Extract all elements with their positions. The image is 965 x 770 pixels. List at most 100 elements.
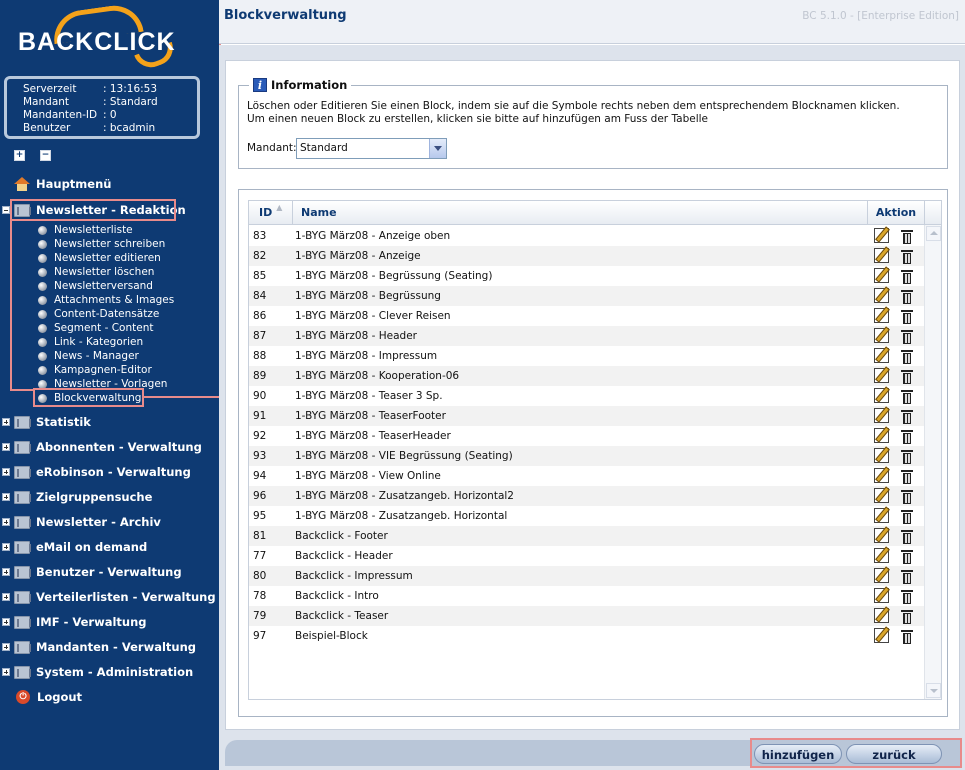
menu-hauptmenu[interactable]: Hauptmenü (0, 174, 111, 194)
submenu-item[interactable]: Newsletterversand (38, 279, 153, 293)
menu-section[interactable]: Zielgruppensuche (0, 487, 152, 507)
trash-icon[interactable] (901, 629, 913, 644)
expand-all-button[interactable]: + (14, 150, 25, 161)
trash-icon[interactable] (901, 369, 913, 384)
edit-icon[interactable] (874, 448, 889, 463)
submenu-label: Newsletter löschen (54, 266, 155, 278)
scroll-up-button[interactable] (926, 226, 941, 241)
submenu-item[interactable]: Newsletter editieren (38, 251, 161, 265)
edit-icon[interactable] (874, 588, 889, 603)
submenu-item[interactable]: Link - Kategorien (38, 335, 143, 349)
submenu-item[interactable]: Segment - Content (38, 321, 153, 335)
edit-icon[interactable] (874, 228, 889, 243)
trash-icon[interactable] (901, 269, 913, 284)
folder-icon (14, 465, 31, 479)
submenu-item[interactable]: Newsletter schreiben (38, 237, 165, 251)
expand-icon[interactable] (2, 618, 10, 626)
column-header-id[interactable]: ID ▲ (249, 201, 293, 225)
edit-icon[interactable] (874, 368, 889, 383)
edit-icon[interactable] (874, 568, 889, 583)
trash-icon[interactable] (901, 329, 913, 344)
menu-section[interactable]: IMF - Verwaltung (0, 612, 147, 632)
menu-logout[interactable]: ⏻ Logout (0, 687, 82, 707)
expand-icon[interactable] (2, 493, 10, 501)
expand-icon[interactable] (2, 543, 10, 551)
trash-icon[interactable] (901, 569, 913, 584)
trash-icon[interactable] (901, 429, 913, 444)
collapse-icon[interactable] (2, 206, 10, 214)
menu-section[interactable]: Mandanten - Verwaltung (0, 637, 196, 657)
trash-icon[interactable] (901, 489, 913, 504)
trash-icon[interactable] (901, 229, 913, 244)
menu-section[interactable]: Statistik (0, 412, 91, 432)
edit-icon[interactable] (874, 348, 889, 363)
expand-icon[interactable] (2, 443, 10, 451)
edit-icon[interactable] (874, 288, 889, 303)
menu-section[interactable]: Benutzer - Verwaltung (0, 562, 182, 582)
submenu-item[interactable]: Attachments & Images (38, 293, 174, 307)
submenu-label: Newsletter schreiben (54, 238, 166, 250)
trash-icon[interactable] (901, 469, 913, 484)
edit-icon[interactable] (874, 548, 889, 563)
edit-icon[interactable] (874, 308, 889, 323)
edit-icon[interactable] (874, 468, 889, 483)
trash-icon[interactable] (901, 509, 913, 524)
menu-section[interactable]: Abonnenten - Verwaltung (0, 437, 202, 457)
server-info-key: Mandanten-ID (23, 109, 98, 121)
submenu-item[interactable]: Content-Datensätze (38, 307, 159, 321)
expand-icon[interactable] (2, 468, 10, 476)
edit-icon[interactable] (874, 428, 889, 443)
menu-section[interactable]: eRobinson - Verwaltung (0, 462, 191, 482)
menu-label: Abonnenten - Verwaltung (36, 440, 202, 454)
edit-icon[interactable] (874, 628, 889, 643)
submenu-item[interactable]: Newsletter löschen (38, 265, 154, 279)
submenu-item[interactable]: News - Manager (38, 349, 139, 363)
expand-icon[interactable] (2, 643, 10, 651)
edit-icon[interactable] (874, 268, 889, 283)
expand-icon[interactable] (2, 668, 10, 676)
mandant-select[interactable]: Standard (296, 138, 447, 159)
submenu-item[interactable]: Kampagnen-Editor (38, 363, 152, 377)
expand-icon[interactable] (2, 518, 10, 526)
menu-section[interactable]: Newsletter - Archiv (0, 512, 161, 532)
column-header-name[interactable]: Name (293, 201, 868, 225)
edit-icon[interactable] (874, 328, 889, 343)
trash-icon[interactable] (901, 289, 913, 304)
scroll-down-button[interactable] (926, 683, 941, 698)
trash-icon[interactable] (901, 309, 913, 324)
trash-icon[interactable] (901, 449, 913, 464)
submenu-item[interactable]: Newsletterliste (38, 223, 133, 237)
edit-icon[interactable] (874, 408, 889, 423)
table-scrollbar[interactable] (924, 225, 941, 699)
edit-icon[interactable] (874, 488, 889, 503)
expand-icon[interactable] (2, 418, 10, 426)
highlight-connector (10, 389, 34, 391)
collapse-all-button[interactable]: − (40, 150, 51, 161)
expand-icon[interactable] (2, 568, 10, 576)
submenu-label: Newsletterliste (54, 224, 133, 236)
edit-icon[interactable] (874, 248, 889, 263)
edit-icon[interactable] (874, 528, 889, 543)
cell-id: 94 (253, 470, 267, 482)
table-row: 92 1-BYG März08 - TeaserHeader (249, 426, 925, 446)
trash-icon[interactable] (901, 549, 913, 564)
edit-icon[interactable] (874, 608, 889, 623)
menu-section[interactable]: System - Administration (0, 662, 193, 682)
mandant-label: Mandant: (247, 142, 297, 154)
expand-icon[interactable] (2, 593, 10, 601)
info-line-2: Um einen neuen Block zu erstellen, klick… (247, 113, 708, 125)
chevron-down-icon[interactable] (429, 139, 446, 158)
trash-icon[interactable] (901, 389, 913, 404)
menu-section[interactable]: eMail on demand (0, 537, 147, 557)
menu-label: Hauptmenü (36, 177, 112, 191)
info-line-1: Löschen oder Editieren Sie einen Block, … (247, 100, 900, 112)
trash-icon[interactable] (901, 409, 913, 424)
trash-icon[interactable] (901, 609, 913, 624)
trash-icon[interactable] (901, 589, 913, 604)
trash-icon[interactable] (901, 249, 913, 264)
edit-icon[interactable] (874, 388, 889, 403)
trash-icon[interactable] (901, 349, 913, 364)
menu-section[interactable]: Verteilerlisten - Verwaltung (0, 587, 216, 607)
trash-icon[interactable] (901, 529, 913, 544)
edit-icon[interactable] (874, 508, 889, 523)
